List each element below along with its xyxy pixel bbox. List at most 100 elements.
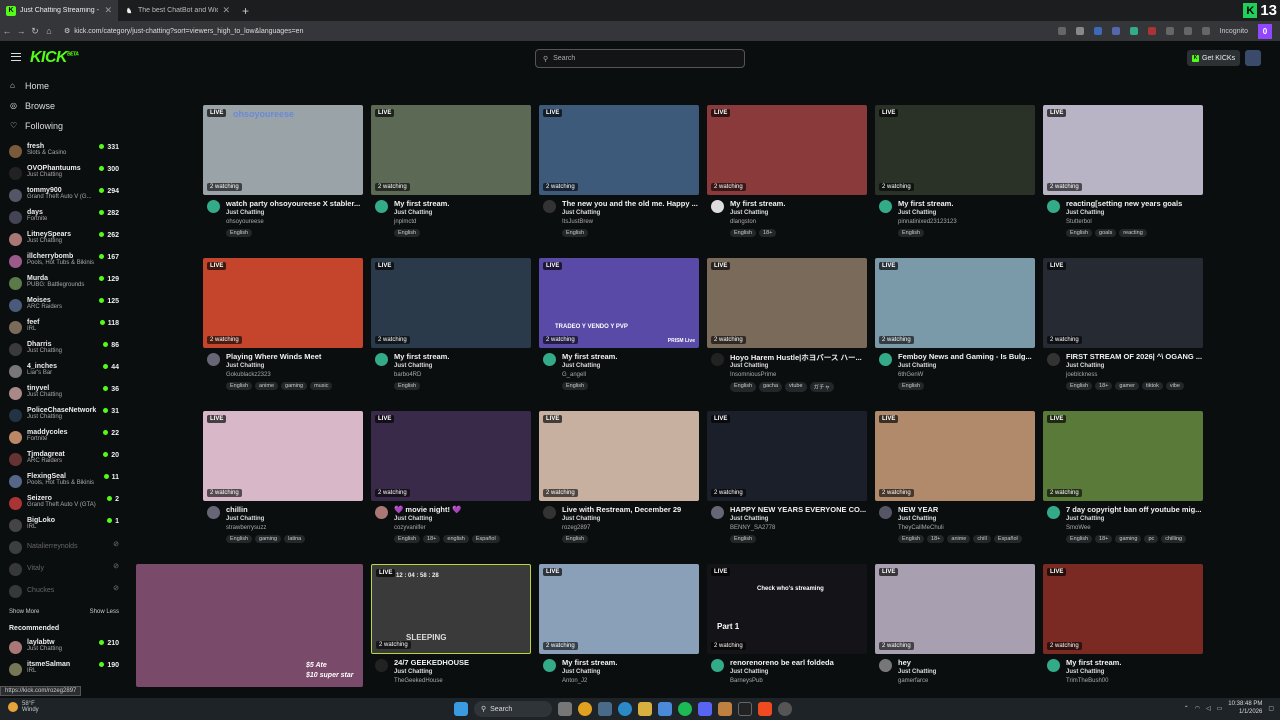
stream-title[interactable]: 💜 movie night! 💜: [394, 505, 530, 514]
stream-title[interactable]: renorenoreno be earl foldeda: [730, 658, 866, 667]
stream-card[interactable]: LIVE 2 watching My first stream. Just Chatt…: [1043, 564, 1203, 696]
stream-category[interactable]: Just Chatting: [1066, 210, 1104, 216]
stream-card[interactable]: LIVE 2 watching My first stream. Just Chatt…: [875, 105, 1035, 255]
channel-item[interactable]: illcherrybomb Pools, Hot Tubs & Bikinis 16…: [0, 250, 125, 272]
stream-title[interactable]: Hoyo Harem Hustle|ホヨバース ハー...: [730, 352, 866, 363]
stream-title[interactable]: Femboy News and Gaming - Is Bulg...: [898, 352, 1034, 361]
stream-title[interactable]: Live with Restream, December 29: [562, 505, 698, 514]
tag-chip[interactable]: ガチャ: [809, 382, 834, 392]
tag-chip[interactable]: gaming: [255, 535, 282, 543]
tag-chip[interactable]: 18+: [927, 535, 945, 543]
avatar[interactable]: [711, 200, 724, 213]
back-icon[interactable]: ←: [0, 26, 14, 36]
sidebar-item-browse[interactable]: ◎ Browse: [0, 96, 125, 116]
tag-chip[interactable]: English: [394, 535, 421, 543]
tag-chip[interactable]: English: [730, 535, 757, 543]
stream-card[interactable]: LIVE 2 watching Femboy News and Gaming - I…: [875, 258, 1035, 408]
avatar[interactable]: [711, 506, 724, 519]
channel-item[interactable]: tinyvel Just Chatting 36: [0, 382, 125, 404]
avatar[interactable]: [1047, 200, 1060, 213]
avatar[interactable]: [375, 659, 388, 672]
clock[interactable]: 10:38:48 PM 1/1/2026: [1228, 700, 1262, 716]
streamer-name[interactable]: 6thGenW: [898, 372, 923, 378]
streamer-name[interactable]: Anton_J2: [562, 678, 587, 684]
stream-thumbnail[interactable]: LIVE 2 watching: [1043, 258, 1203, 348]
streamer-name[interactable]: rozeg2897: [562, 525, 590, 531]
stream-title[interactable]: My first stream.: [1066, 658, 1202, 667]
avatar[interactable]: [711, 659, 724, 672]
stream-card[interactable]: LIVE 2 watching reacting[setting new years…: [1043, 105, 1203, 255]
tag-chip[interactable]: English: [394, 382, 421, 390]
streamer-name[interactable]: Gokublackz2323: [226, 372, 271, 378]
stream-category[interactable]: Just Chatting: [562, 363, 600, 369]
forward-icon[interactable]: →: [14, 26, 28, 36]
streamer-name[interactable]: joeblckness: [1066, 372, 1097, 378]
reload-icon[interactable]: ↻: [28, 26, 42, 37]
stream-thumbnail[interactable]: LIVE 2 watching Check who's streaming Part …: [707, 564, 867, 654]
streamer-name[interactable]: BarneysPub: [730, 678, 763, 684]
stream-category[interactable]: Just Chatting: [394, 669, 432, 675]
streamer-name[interactable]: G_angell: [562, 372, 586, 378]
stream-category[interactable]: Just Chatting: [394, 516, 432, 522]
extension-icon[interactable]: [1129, 27, 1138, 35]
menu-icon[interactable]: [11, 53, 21, 61]
stream-thumbnail[interactable]: LIVE 2 watching: [707, 105, 867, 195]
stream-card[interactable]: LIVE 2 watching HAPPY NEW YEARS EVERYONE C…: [707, 411, 867, 561]
tag-chip[interactable]: goals: [1095, 229, 1117, 237]
folder-icon[interactable]: [638, 702, 652, 716]
stream-thumbnail[interactable]: LIVE 2 watching: [875, 564, 1035, 654]
tag-chip[interactable]: English: [562, 229, 589, 237]
stream-card[interactable]: LIVE 2 watching The new you and the old me…: [539, 105, 699, 255]
streamer-name[interactable]: Stutterbol: [1066, 219, 1092, 225]
download-icon[interactable]: [1201, 27, 1210, 35]
stream-card[interactable]: LIVE 2 watching hey Just Chatting gamerfarce: [875, 564, 1035, 696]
stream-thumbnail[interactable]: LIVE 2 watching: [539, 105, 699, 195]
stream-card[interactable]: LIVE 2 watching My first stream. Just Chatt…: [371, 105, 531, 255]
streamer-name[interactable]: pinnatinixed23123123: [898, 219, 957, 225]
tag-chip[interactable]: chill: [973, 535, 991, 543]
stream-category[interactable]: Just Chatting: [730, 669, 768, 675]
stream-thumbnail[interactable]: LIVE 2 watching: [1043, 411, 1203, 501]
avatar[interactable]: [1047, 659, 1060, 672]
streamer-name[interactable]: strawberrysuzz: [226, 525, 266, 531]
tag-chip[interactable]: 18+: [759, 229, 777, 237]
avatar[interactable]: [207, 506, 220, 519]
tag-chip[interactable]: English: [226, 535, 253, 543]
tag-chip[interactable]: English: [730, 229, 757, 237]
stream-category[interactable]: Just Chatting: [730, 210, 768, 216]
stream-title[interactable]: 24/7 GEEKEDHOUSE: [394, 658, 530, 667]
streamer-name[interactable]: TrimTheBush00: [1066, 678, 1108, 684]
taskview-icon[interactable]: [598, 702, 612, 716]
tag-chip[interactable]: english: [443, 535, 469, 543]
tag-chip[interactable]: gaming: [281, 382, 308, 390]
tag-chip[interactable]: reacting: [1119, 229, 1147, 237]
streamer-name[interactable]: jnplmctd: [394, 219, 416, 225]
stream-thumbnail[interactable]: LIVE 2 watching: [371, 258, 531, 348]
stream-title[interactable]: My first stream.: [562, 352, 698, 361]
avatar[interactable]: [1047, 506, 1060, 519]
channel-item[interactable]: laylabtw Just Chatting 210: [0, 636, 125, 658]
stream-category[interactable]: Just Chatting: [898, 210, 936, 216]
channel-item[interactable]: 4_inches Liar's Bar 44: [0, 360, 125, 382]
stream-thumbnail[interactable]: LIVE 2 watching ohsoyoureese: [203, 105, 363, 195]
stream-thumbnail[interactable]: LIVE 2 watching: [371, 411, 531, 501]
files-icon[interactable]: [658, 702, 672, 716]
channel-item[interactable]: feef IRL 118: [0, 316, 125, 338]
streamer-name[interactable]: ItsJustBrew: [562, 219, 593, 225]
tag-chip[interactable]: Español: [471, 535, 500, 543]
channel-item[interactable]: Chuckes ⊘: [0, 580, 125, 602]
stream-card[interactable]: LIVE 2 watching TRADEO Y VENDO Y PVP PRISM …: [539, 258, 699, 408]
stream-title[interactable]: watch party ohsoyoureese X stabler...: [226, 199, 362, 208]
tag-chip[interactable]: gaming: [1115, 535, 1142, 543]
stream-title[interactable]: chillin: [226, 505, 362, 514]
stream-card[interactable]: LIVE 2 watching Hoyo Harem Hustle|ホヨバース ハー…: [707, 258, 867, 408]
stream-category[interactable]: Just Chatting: [562, 669, 600, 675]
tab-chatbot[interactable]: ♞ The best ChatBot and Widgets ✕: [118, 0, 236, 21]
avatar[interactable]: [375, 506, 388, 519]
streamer-name[interactable]: TheyCallMeChuli: [898, 525, 944, 531]
stream-thumbnail[interactable]: LIVE 2 watching: [875, 411, 1035, 501]
show-less-button[interactable]: Show Less: [90, 609, 119, 615]
close-tab-icon[interactable]: ✕: [222, 5, 230, 16]
stream-title[interactable]: My first stream.: [898, 199, 1034, 208]
notification-icon[interactable]: ▢: [1268, 705, 1274, 712]
